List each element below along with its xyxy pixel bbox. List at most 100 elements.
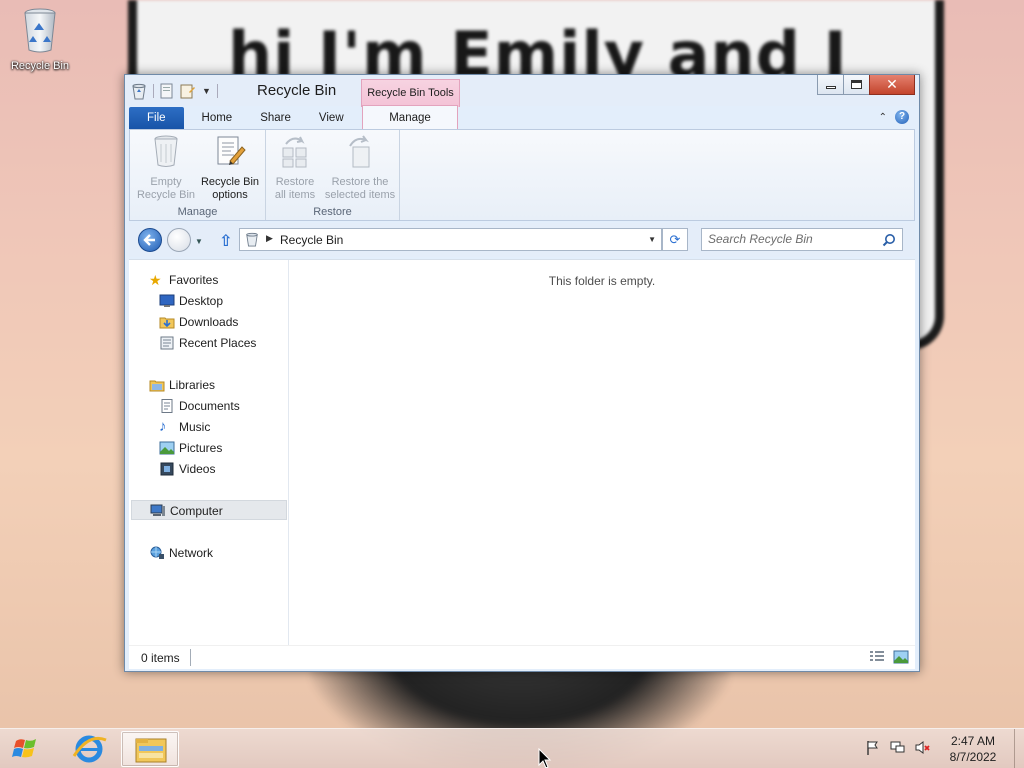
minimize-icon — [825, 86, 836, 89]
recent-locations-chevron-icon[interactable]: ▼ — [195, 237, 203, 246]
videos-icon — [160, 462, 174, 476]
taskbar-internet-explorer[interactable] — [60, 731, 118, 767]
close-button[interactable]: ✕ — [869, 75, 915, 95]
nav-desktop-label: Desktop — [179, 294, 224, 308]
empty-recycle-bin-button[interactable]: Empty Recycle Bin — [136, 134, 196, 202]
network-icon — [150, 546, 164, 559]
computer-icon — [150, 504, 165, 516]
nav-music-label: Music — [179, 420, 211, 434]
explorer-window[interactable]: ▼ Recycle Bin Recycle Bin Tools ✕ File H… — [124, 74, 920, 672]
star-icon: ★ — [149, 272, 162, 288]
recent-places-icon — [160, 336, 174, 350]
internet-explorer-icon — [72, 735, 107, 763]
qat-customize-chevron-icon[interactable]: ▼ — [202, 86, 211, 96]
forward-button[interactable] — [167, 228, 191, 252]
details-view-icon[interactable] — [869, 650, 885, 664]
qat-separator — [216, 84, 218, 98]
search-input[interactable] — [708, 232, 876, 246]
tab-file[interactable]: File — [129, 107, 184, 129]
new-folder-icon[interactable] — [180, 83, 196, 99]
refresh-icon: ⟳ — [669, 232, 681, 247]
qat-separator — [153, 84, 154, 98]
nav-network-label: Network — [169, 546, 214, 560]
breadcrumb-chevron-icon[interactable]: ▶ — [266, 233, 273, 244]
action-center-flag-icon[interactable] — [864, 739, 881, 756]
system-clock[interactable]: 2:47 AM 8/7/2022 — [942, 733, 1004, 765]
context-tab-group-label: Recycle Bin Tools — [361, 79, 460, 107]
ribbon-controls: ⌃ ? — [879, 110, 909, 124]
properties-icon[interactable] — [160, 83, 174, 99]
item-count: 0 items — [141, 651, 180, 665]
taskbar: 2:47 AM 8/7/2022 — [0, 728, 1024, 768]
mouse-cursor-icon — [538, 748, 552, 768]
tab-home[interactable]: Home — [188, 107, 247, 129]
refresh-button[interactable]: ⟳ — [662, 228, 688, 251]
desktop-icon-label: Recycle Bin — [10, 60, 70, 72]
window-title: Recycle Bin — [257, 82, 337, 99]
tab-manage[interactable]: Manage — [362, 105, 458, 129]
empty-folder-message: This folder is empty. — [548, 274, 656, 288]
up-arrow-icon[interactable]: ⇧ — [219, 231, 232, 251]
search-icon[interactable] — [882, 233, 896, 247]
caption-buttons: ✕ — [817, 75, 915, 95]
back-arrow-icon — [143, 234, 155, 246]
start-button[interactable] — [6, 732, 46, 766]
address-row: ▼ ⇧ ▶ Recycle Bin ▼ ⟳ — [129, 223, 915, 257]
status-bar: 0 items — [129, 645, 915, 669]
recycle-bin-small-icon[interactable] — [131, 83, 147, 100]
quick-access-toolbar: ▼ — [131, 82, 218, 100]
show-desktop-button[interactable] — [1014, 729, 1024, 768]
explorer-body: ★ Favorites Desktop Downloads Recent Pla… — [129, 259, 915, 645]
minimize-button[interactable] — [817, 75, 844, 95]
recycle-bin-options-icon — [217, 136, 246, 165]
large-icons-view-icon[interactable] — [893, 650, 909, 664]
empty-recycle-bin-icon — [154, 135, 178, 167]
close-icon: ✕ — [886, 76, 898, 93]
button-label-line1: Recycle Bin — [200, 176, 260, 188]
nav-libraries-label: Libraries — [169, 378, 216, 392]
maximize-icon — [851, 80, 862, 89]
nav-videos-label: Videos — [179, 462, 216, 476]
recycle-bin-options-button[interactable]: Recycle Bin options — [198, 134, 262, 202]
desktop-icon-recycle-bin[interactable]: Recycle Bin — [6, 6, 74, 72]
nav-recent-places-label: Recent Places — [179, 336, 257, 350]
tab-view[interactable]: View — [305, 107, 358, 129]
nav-documents-label: Documents — [179, 399, 240, 413]
search-box[interactable] — [701, 228, 903, 251]
volume-muted-icon[interactable] — [914, 739, 931, 756]
desktop-icon — [159, 294, 175, 307]
minimize-ribbon-chevron-icon[interactable]: ⌃ — [879, 112, 887, 123]
ribbon-group-restore: Restore all items Restore the selected i… — [266, 130, 400, 220]
address-dropdown-icon[interactable]: ▼ — [648, 235, 656, 244]
downloads-folder-icon — [159, 317, 175, 329]
back-button[interactable] — [138, 228, 162, 252]
navigation-pane[interactable]: ★ Favorites Desktop Downloads Recent Pla… — [129, 260, 289, 645]
nav-computer[interactable]: Computer — [131, 500, 287, 520]
breadcrumb-current[interactable]: Recycle Bin — [280, 233, 343, 247]
nav-downloads-label: Downloads — [179, 315, 239, 329]
help-icon[interactable]: ? — [895, 110, 909, 124]
button-label-line1: Empty — [150, 176, 182, 188]
taskbar-file-explorer[interactable] — [121, 731, 179, 767]
address-bar[interactable]: ▶ Recycle Bin ▼ — [239, 228, 662, 251]
view-switcher — [869, 650, 909, 664]
status-separator — [190, 649, 191, 666]
pictures-icon — [159, 441, 175, 455]
file-explorer-icon — [135, 738, 167, 763]
documents-icon — [161, 399, 173, 413]
restore-all-items-button[interactable]: Restore all items — [270, 134, 320, 202]
clock-time: 2:47 AM — [950, 734, 996, 748]
system-tray — [864, 739, 931, 756]
restore-all-icon — [282, 136, 307, 168]
group-label-restore: Restore — [313, 206, 352, 218]
button-label-line2: all items — [274, 189, 316, 201]
button-label-line2: Recycle Bin — [136, 189, 196, 201]
network-tray-icon[interactable] — [889, 739, 906, 756]
tab-share[interactable]: Share — [246, 107, 305, 129]
maximize-button[interactable] — [843, 75, 870, 95]
title-bar[interactable]: ▼ Recycle Bin Recycle Bin Tools ✕ — [125, 75, 919, 107]
libraries-icon — [149, 380, 165, 392]
restore-selected-items-button[interactable]: Restore the selected items — [322, 134, 398, 202]
button-label-line1: Restore — [275, 176, 315, 188]
restore-selected-icon — [349, 135, 370, 168]
